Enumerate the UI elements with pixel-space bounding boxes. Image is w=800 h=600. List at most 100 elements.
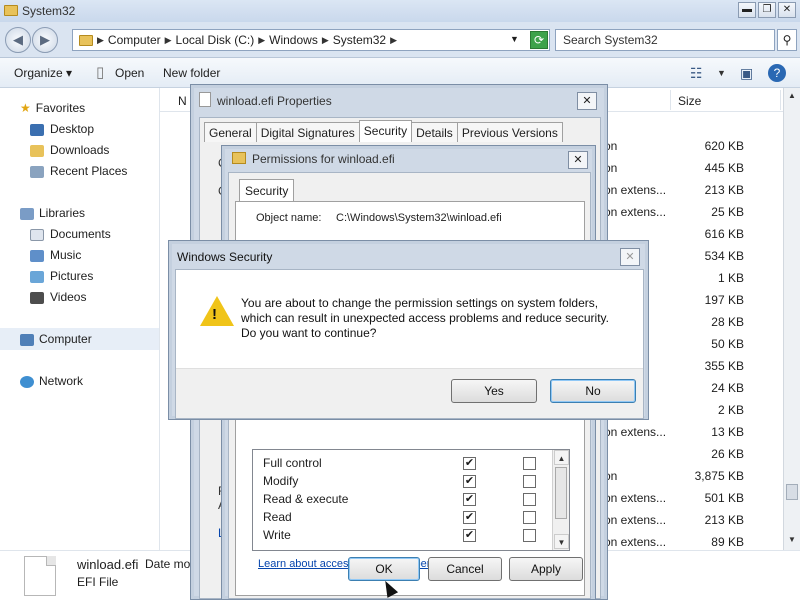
deny-checkbox[interactable]: [523, 457, 536, 470]
vertical-scrollbar[interactable]: ▲ ▼: [783, 88, 800, 550]
allow-checkbox[interactable]: ✔: [463, 529, 476, 542]
nav-videos[interactable]: Videos: [30, 290, 86, 304]
minimize-button[interactable]: ▬: [738, 2, 756, 18]
tab-security[interactable]: Security: [239, 179, 295, 201]
scroll-thumb[interactable]: [786, 484, 798, 500]
deny-checkbox[interactable]: [523, 511, 536, 524]
chevron-right-icon: ▶: [164, 34, 172, 45]
deny-checkbox[interactable]: [523, 529, 536, 542]
view-options-icon[interactable]: ☷: [690, 65, 703, 82]
file-type-cell: on extens...: [604, 425, 667, 439]
breadcrumb-computer[interactable]: Computer: [108, 33, 161, 47]
chevron-down-icon[interactable]: ▼: [717, 68, 726, 78]
permission-name: Modify: [263, 474, 299, 488]
nav-favorites[interactable]: ★ Favorites: [20, 101, 85, 115]
address-bar[interactable]: ▶ Computer ▶ Local Disk (C:) ▶ Windows ▶…: [72, 29, 550, 51]
permissions-title: Permissions for winload.efi: [252, 152, 395, 166]
allow-checkbox[interactable]: ✔: [463, 511, 476, 524]
help-icon[interactable]: ?: [768, 64, 786, 82]
permissions-list[interactable]: Full control ✔ Modify ✔ Read & execute ✔ Read ✔…: [252, 449, 570, 551]
nav-pictures[interactable]: Pictures: [30, 269, 93, 283]
nav-recent-places[interactable]: Recent Places: [30, 164, 127, 178]
nav-downloads[interactable]: Downloads: [30, 143, 109, 157]
yes-button[interactable]: Yes: [451, 379, 537, 403]
windows-security-dialog: Windows Security ✕ ! You are about to ch…: [168, 240, 649, 420]
nav-libraries[interactable]: Libraries: [20, 206, 85, 220]
tab-security[interactable]: Security: [358, 120, 413, 142]
apply-button[interactable]: Apply: [509, 557, 583, 581]
file-size-cell: 616 KB: [704, 227, 744, 241]
chevron-right-icon: ▶: [321, 34, 329, 45]
security-message-line-1: You are about to change the permission s…: [241, 296, 599, 310]
scroll-down-button[interactable]: ▼: [784, 532, 800, 548]
file-size-cell: 50 KB: [711, 337, 744, 351]
file-size-cell: 13 KB: [711, 425, 744, 439]
tab-general[interactable]: General: [204, 122, 257, 142]
allow-checkbox[interactable]: ✔: [463, 475, 476, 488]
computer-icon: [20, 333, 34, 346]
permission-name: Full control: [263, 456, 322, 470]
new-folder-button[interactable]: New folder: [163, 66, 220, 80]
open-button[interactable]: Open: [115, 66, 144, 80]
properties-close-button[interactable]: ✕: [577, 92, 597, 110]
close-button[interactable]: ✕: [778, 2, 796, 18]
permission-name: Read: [263, 510, 292, 524]
file-type-cell: on extens...: [604, 535, 667, 549]
scroll-down-button[interactable]: ▼: [554, 534, 569, 549]
deny-checkbox[interactable]: [523, 493, 536, 506]
column-header-size[interactable]: Size: [678, 94, 701, 108]
security-close-button[interactable]: ✕: [620, 248, 640, 266]
ok-button[interactable]: OK: [348, 557, 420, 581]
security-message-line-2: which can result in unexpected access pr…: [241, 311, 609, 325]
breadcrumb-local-disk[interactable]: Local Disk (C:): [176, 33, 255, 47]
security-body: ! You are about to change the permission…: [175, 269, 644, 419]
star-icon: ★: [20, 101, 31, 115]
tab-digital-signatures[interactable]: Digital Signatures: [255, 122, 360, 142]
scroll-up-button[interactable]: ▲: [784, 88, 800, 104]
object-name-label: Object name:: [256, 212, 322, 224]
column-header-name[interactable]: N: [178, 94, 187, 108]
tab-previous-versions[interactable]: Previous Versions: [456, 122, 563, 142]
file-type-cell: on extens...: [604, 183, 667, 197]
security-message-line-3: Do you want to continue?: [241, 326, 377, 340]
file-size-cell: 2 KB: [717, 403, 744, 417]
file-size-cell: 213 KB: [704, 183, 744, 197]
breadcrumb-windows[interactable]: Windows: [269, 33, 318, 47]
restore-button[interactable]: ❐: [758, 2, 776, 18]
nav-computer[interactable]: Computer: [0, 328, 159, 350]
allow-checkbox[interactable]: ✔: [463, 493, 476, 506]
nav-documents[interactable]: Documents: [30, 227, 111, 241]
permissions-list-scrollbar[interactable]: ▲ ▼: [552, 450, 569, 550]
allow-checkbox[interactable]: ✔: [463, 457, 476, 470]
back-button[interactable]: ◀: [5, 27, 31, 53]
libraries-icon: [20, 207, 34, 220]
preview-pane-icon[interactable]: ▣: [740, 65, 753, 82]
nav-desktop[interactable]: Desktop: [30, 122, 94, 136]
chevron-down-icon[interactable]: ▼: [510, 34, 519, 44]
search-icon[interactable]: ⚲: [777, 29, 797, 51]
permissions-close-button[interactable]: ✕: [568, 151, 588, 169]
search-input[interactable]: Search System32: [555, 29, 775, 51]
nav-music[interactable]: Music: [30, 248, 81, 262]
file-size-cell: 89 KB: [711, 535, 744, 549]
documents-icon: [30, 228, 44, 241]
refresh-icon[interactable]: ⟳: [530, 31, 548, 49]
cancel-button[interactable]: Cancel: [428, 557, 502, 581]
details-filetype: EFI File: [77, 575, 119, 589]
file-icon: [24, 556, 56, 596]
window-title: System32: [22, 4, 76, 18]
properties-tabs: General Digital Signatures Security Deta…: [204, 120, 563, 142]
deny-checkbox[interactable]: [523, 475, 536, 488]
scroll-up-button[interactable]: ▲: [554, 450, 569, 465]
tab-details[interactable]: Details: [411, 122, 458, 142]
organize-button[interactable]: Organize ▾: [14, 66, 72, 80]
no-button[interactable]: No: [550, 379, 636, 403]
explorer-titlebar: System32 ▬ ❐ ✕: [0, 0, 800, 22]
security-title: Windows Security: [177, 250, 273, 264]
permission-name: Read & execute: [263, 492, 349, 506]
forward-button[interactable]: ▶: [32, 27, 58, 53]
breadcrumb-system32[interactable]: System32: [333, 33, 386, 47]
scroll-thumb[interactable]: [555, 467, 567, 519]
nav-network[interactable]: Network: [20, 374, 83, 388]
file-size-cell: 1 KB: [717, 271, 744, 285]
